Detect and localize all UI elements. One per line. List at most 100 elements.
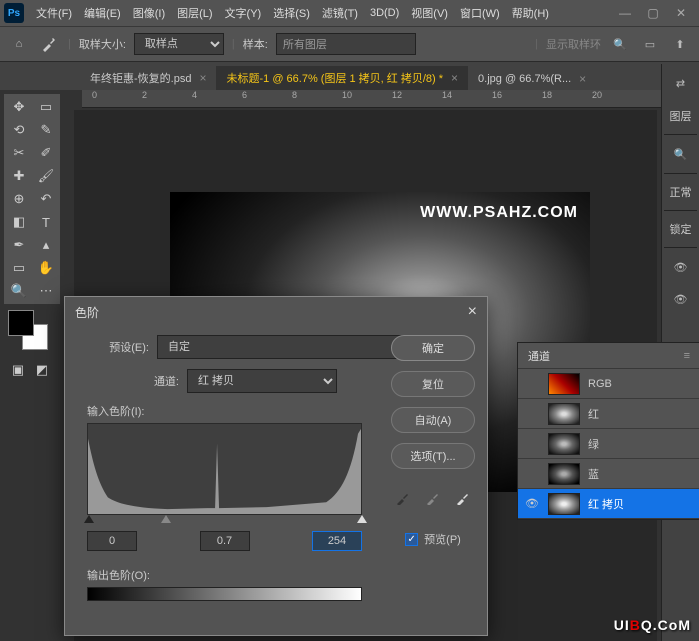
channel-row-blue[interactable]: 蓝 xyxy=(518,459,699,489)
visibility-icon[interactable]: 👁 xyxy=(668,254,694,280)
home-icon[interactable]: ⌂ xyxy=(8,33,30,55)
menu-layer[interactable]: 图层(L) xyxy=(171,1,218,25)
menu-edit[interactable]: 编辑(E) xyxy=(78,1,127,25)
search-layers-icon[interactable]: 🔍 xyxy=(668,141,694,167)
white-point-handle[interactable] xyxy=(357,515,367,525)
menu-3d[interactable]: 3D(D) xyxy=(364,3,405,23)
auto-button[interactable]: 自动(A) xyxy=(391,407,475,433)
tab-1[interactable]: 未标题-1 @ 66.7% (图层 1 拷贝, 红 拷贝/8) *× xyxy=(216,66,468,90)
tools-panel: ✥ ▭ ⟲ ✎ ✂ ✐ ✚ 🖌 ⊕ ↶ ◧ T ✒ ▴ ▭ ✋ 🔍 ⋯ xyxy=(4,94,60,304)
layers-tab[interactable]: 图层 xyxy=(662,102,699,130)
options-bar: ⌂ | 取样大小: 取样点 | 样本: | 显示取样环 🔍 ▭ ⬆ xyxy=(0,26,699,62)
app-logo: Ps xyxy=(4,3,24,23)
output-levels-label: 输出色阶(O): xyxy=(87,567,473,583)
tab-2[interactable]: 0.jpg @ 66.7%(R...× xyxy=(468,68,596,90)
channel-thumb xyxy=(548,403,580,425)
preview-checkbox[interactable]: ✓ xyxy=(405,533,418,546)
gamma-handle[interactable] xyxy=(161,515,171,525)
preview-checkbox-row[interactable]: ✓ 预览(P) xyxy=(391,531,475,547)
path-select-tool[interactable]: ▴ xyxy=(33,234,59,256)
maximize-button[interactable]: ▢ xyxy=(639,3,667,23)
input-white-field[interactable] xyxy=(312,531,362,551)
channel-row-red-copy[interactable]: 👁 红 拷贝 xyxy=(518,489,699,519)
dialog-close-button[interactable]: × xyxy=(468,303,477,321)
gray-eyedropper-icon[interactable] xyxy=(424,489,442,507)
channel-label: 通道: xyxy=(79,373,179,389)
eyedropper-tool-icon[interactable] xyxy=(38,33,60,55)
blend-mode-label: 正常 xyxy=(662,178,699,206)
horizontal-ruler: 0 2 4 6 8 10 12 14 16 18 20 xyxy=(82,90,699,108)
marquee-tool[interactable]: ▭ xyxy=(33,96,59,118)
sample-size-select[interactable]: 取样点 xyxy=(134,33,224,55)
quickmask-mode-icon[interactable]: ◩ xyxy=(32,360,52,380)
sample-layers-input[interactable] xyxy=(276,33,416,55)
menu-type[interactable]: 文字(Y) xyxy=(219,1,268,25)
history-brush-tool[interactable]: ↶ xyxy=(33,188,59,210)
zoom-tool[interactable]: 🔍 xyxy=(6,280,32,302)
standard-mode-icon[interactable]: ▣ xyxy=(8,360,28,380)
crop-tool[interactable]: ✂ xyxy=(6,142,32,164)
preview-label: 预览(P) xyxy=(424,531,461,547)
histogram[interactable] xyxy=(87,423,362,515)
menu-window[interactable]: 窗口(W) xyxy=(454,1,506,25)
preset-label: 预设(E): xyxy=(79,339,149,355)
color-swatches[interactable] xyxy=(8,310,48,350)
brush-tool[interactable]: 🖌 xyxy=(33,165,59,187)
visibility-toggle[interactable]: 👁 xyxy=(524,497,540,510)
channel-row-green[interactable]: 绿 xyxy=(518,429,699,459)
close-window-button[interactable]: ✕ xyxy=(667,3,695,23)
input-black-field[interactable] xyxy=(87,531,137,551)
menu-file[interactable]: 文件(F) xyxy=(30,1,78,25)
channel-thumb xyxy=(548,433,580,455)
type-tool[interactable]: T xyxy=(33,211,59,233)
menu-view[interactable]: 视图(V) xyxy=(405,1,454,25)
minimize-button[interactable]: — xyxy=(611,3,639,23)
eyedropper-group xyxy=(391,489,475,507)
sample-size-label: 取样大小: xyxy=(79,36,126,52)
pen-tool[interactable]: ✒ xyxy=(6,234,32,256)
healing-tool[interactable]: ✚ xyxy=(6,165,32,187)
menu-image[interactable]: 图像(I) xyxy=(127,1,171,25)
visibility-icon[interactable]: 👁 xyxy=(668,286,694,312)
share-icon[interactable]: ⬆ xyxy=(669,33,691,55)
shape-tool[interactable]: ▭ xyxy=(6,257,32,279)
input-slider[interactable] xyxy=(87,515,362,527)
channel-row-rgb[interactable]: RGB xyxy=(518,369,699,399)
dialog-titlebar[interactable]: 色阶 × xyxy=(65,297,487,327)
options-button[interactable]: 选项(T)... xyxy=(391,443,475,469)
quick-select-tool[interactable]: ✎ xyxy=(33,119,59,141)
canvas-watermark: WWW.PSAHZ.COM xyxy=(420,204,578,222)
menu-select[interactable]: 选择(S) xyxy=(267,1,316,25)
search-icon[interactable]: 🔍 xyxy=(609,33,631,55)
white-eyedropper-icon[interactable] xyxy=(454,489,472,507)
hand-tool[interactable]: ✋ xyxy=(33,257,59,279)
eyedropper-tool[interactable]: ✐ xyxy=(33,142,59,164)
tab-0[interactable]: 年终钜惠-恢复的.psd× xyxy=(80,66,216,90)
stamp-tool[interactable]: ⊕ xyxy=(6,188,32,210)
reset-button[interactable]: 复位 xyxy=(391,371,475,397)
sample-label: 样本: xyxy=(243,36,268,52)
lasso-tool[interactable]: ⟲ xyxy=(6,119,32,141)
panel-menu-icon[interactable]: ≡ xyxy=(684,350,690,362)
channel-select[interactable]: 红 拷贝 xyxy=(187,369,337,393)
eraser-tool[interactable]: ◧ xyxy=(6,211,32,233)
menu-filter[interactable]: 滤镜(T) xyxy=(316,1,364,25)
panel-toggle-icon[interactable]: ⇄ xyxy=(668,70,694,96)
menu-help[interactable]: 帮助(H) xyxy=(506,1,555,25)
output-gradient[interactable] xyxy=(87,587,362,601)
channel-thumb xyxy=(548,373,580,395)
channel-row-red[interactable]: 红 xyxy=(518,399,699,429)
foreground-color[interactable] xyxy=(8,310,34,336)
close-icon[interactable]: × xyxy=(199,71,206,85)
screen-mode-icons: ▣ ◩ xyxy=(8,360,52,380)
black-eyedropper-icon[interactable] xyxy=(394,489,412,507)
channels-panel-tab[interactable]: 通道 ≡ xyxy=(518,343,699,369)
black-point-handle[interactable] xyxy=(84,515,94,525)
edit-toolbar[interactable]: ⋯ xyxy=(33,280,59,302)
close-icon[interactable]: × xyxy=(579,72,586,86)
close-icon[interactable]: × xyxy=(451,71,458,85)
move-tool[interactable]: ✥ xyxy=(6,96,32,118)
input-gamma-field[interactable] xyxy=(200,531,250,551)
workspace-icon[interactable]: ▭ xyxy=(639,33,661,55)
ok-button[interactable]: 确定 xyxy=(391,335,475,361)
